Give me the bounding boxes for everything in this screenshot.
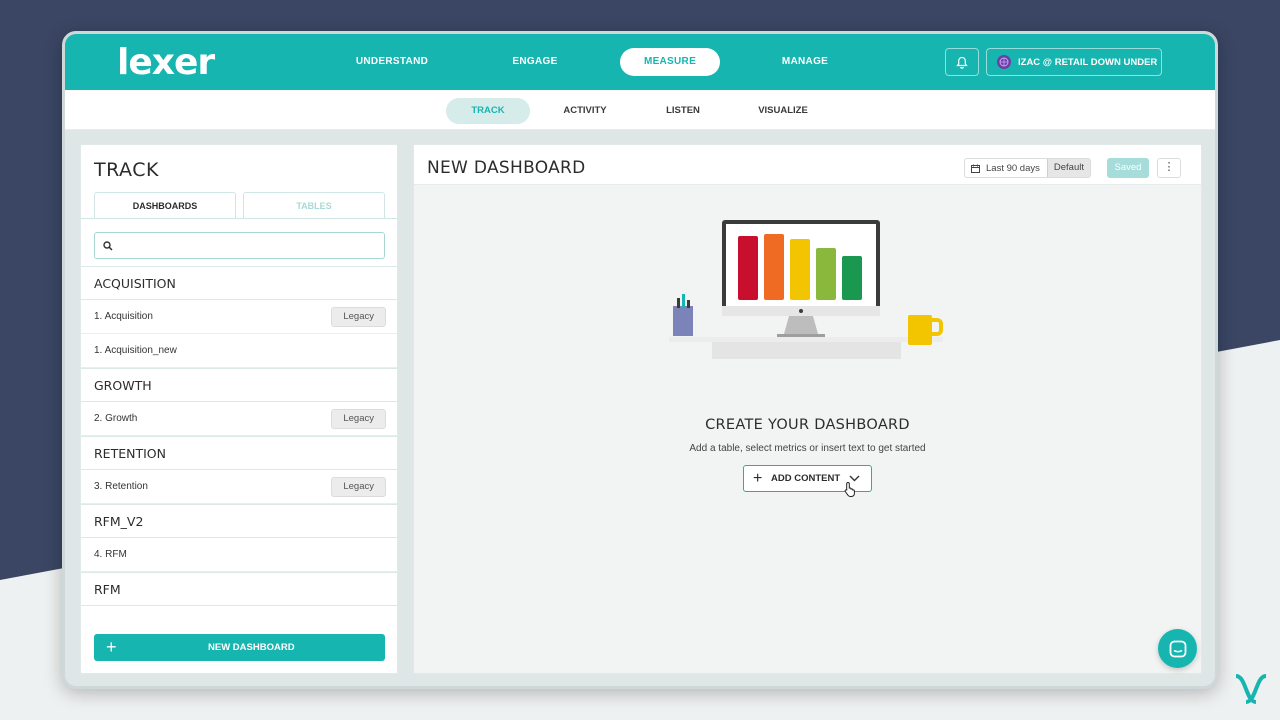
nav-manage[interactable]: MANAGE [755, 48, 855, 76]
chat-icon [1169, 640, 1186, 657]
monitor-stand [784, 316, 818, 334]
tab-listen[interactable]: LISTEN [643, 98, 723, 124]
avatar [997, 55, 1011, 69]
default-button[interactable]: Default [1046, 159, 1090, 177]
illustration-bar [764, 234, 784, 300]
kebab-menu-icon: ⋮ [1163, 161, 1175, 173]
pen [682, 294, 685, 308]
list-item-label: 1. Acquisition [94, 311, 153, 322]
coffee-mug [908, 315, 932, 345]
app-window: lexer UNDERSTAND ENGAGE MEASURE MANAGE I… [62, 31, 1218, 689]
illustration-bar [816, 248, 836, 300]
track-sidebar: TRACK DASHBOARDS TABLES ACQUISITION 1. A… [80, 144, 398, 674]
nav-measure[interactable]: MEASURE [620, 48, 720, 76]
dashboard-list: ACQUISITION 1. Acquisition Legacy 1. Acq… [81, 266, 397, 621]
tab-visualize[interactable]: VISUALIZE [743, 98, 823, 124]
group-header-retention: RETENTION [81, 436, 397, 470]
pencil [677, 298, 680, 308]
add-content-label: ADD CONTENT [771, 473, 841, 484]
plus-icon: + [753, 469, 763, 487]
calendar-icon [971, 164, 980, 173]
mug-handle [931, 318, 943, 336]
desk-top [669, 337, 943, 342]
group-header-rfm-v2: RFM_V2 [81, 504, 397, 538]
illustration-bar [842, 256, 862, 300]
group-header-growth: GROWTH [81, 368, 397, 402]
tab-activity[interactable]: ACTIVITY [545, 98, 625, 124]
more-options-button[interactable]: ⋮ [1157, 158, 1181, 178]
illustration-bar [738, 236, 758, 300]
user-label: IZAC @ RETAIL DOWN UNDER [1018, 56, 1158, 68]
user-account-menu[interactable]: IZAC @ RETAIL DOWN UNDER [986, 48, 1162, 76]
new-dashboard-button[interactable]: + NEW DASHBOARD [94, 634, 385, 661]
hand-pointer-cursor-icon [844, 481, 855, 497]
saved-button[interactable]: Saved [1107, 158, 1149, 178]
tab-track[interactable]: TRACK [446, 98, 530, 124]
list-item[interactable]: 1. Acquisition_new [81, 334, 397, 368]
list-item[interactable]: 3. Retention Legacy [81, 470, 397, 504]
group-header-rfm: RFM [81, 572, 397, 606]
empty-state-subtitle: Add a table, select metrics or insert te… [689, 443, 926, 454]
empty-state-title: CREATE YOUR DASHBOARD [705, 417, 910, 433]
nav-understand[interactable]: UNDERSTAND [337, 48, 447, 76]
dashboard-header: NEW DASHBOARD Last 90 days Default Saved… [414, 145, 1201, 185]
list-item-label: 1. Acquisition_new [94, 345, 177, 356]
legacy-badge: Legacy [331, 409, 386, 429]
tab-tables[interactable]: TABLES [243, 192, 385, 218]
lexer-logo[interactable]: lexer [117, 42, 215, 83]
date-range-label: Last 90 days [986, 162, 1040, 174]
legacy-badge: Legacy [331, 477, 386, 497]
group-header-acquisition: ACQUISITION [81, 266, 397, 300]
sub-navigation-bar: TRACK ACTIVITY LISTEN VISUALIZE [65, 90, 1215, 130]
plus-icon: + [106, 637, 117, 657]
monitor-base [777, 334, 825, 337]
empty-dashboard-illustration [669, 220, 943, 359]
legacy-badge: Legacy [331, 307, 386, 327]
tab-dashboards[interactable]: DASHBOARDS [94, 192, 236, 218]
bell-icon [956, 56, 968, 69]
globe-icon [999, 57, 1009, 67]
tab-divider [81, 218, 397, 219]
monitor-button [799, 309, 803, 313]
list-item-label: 3. Retention [94, 481, 148, 492]
desk-drawer [712, 342, 901, 359]
illustration-bar [790, 239, 810, 300]
list-item[interactable]: 2. Growth Legacy [81, 402, 397, 436]
date-range-picker[interactable]: Last 90 days Default [964, 158, 1091, 178]
search-input[interactable] [94, 232, 385, 259]
lexer-brand-mark-icon [1235, 674, 1267, 704]
list-item-label: 4. RFM [94, 549, 127, 560]
chat-launcher-button[interactable] [1158, 629, 1197, 668]
top-navigation-bar: lexer UNDERSTAND ENGAGE MEASURE MANAGE I… [65, 34, 1215, 90]
notifications-button[interactable] [945, 48, 979, 76]
dashboard-panel: NEW DASHBOARD Last 90 days Default Saved… [413, 144, 1202, 674]
page-title[interactable]: NEW DASHBOARD [427, 158, 586, 178]
sidebar-title: TRACK [94, 159, 159, 181]
list-item[interactable]: 1. Acquisition Legacy [81, 300, 397, 334]
list-item-label: 2. Growth [94, 413, 138, 424]
list-item[interactable]: 4. RFM [81, 538, 397, 572]
pen-cup [673, 306, 693, 336]
search-icon [103, 240, 113, 251]
new-dashboard-label: NEW DASHBOARD [208, 642, 295, 653]
pen [687, 300, 690, 308]
nav-engage[interactable]: ENGAGE [485, 48, 585, 76]
